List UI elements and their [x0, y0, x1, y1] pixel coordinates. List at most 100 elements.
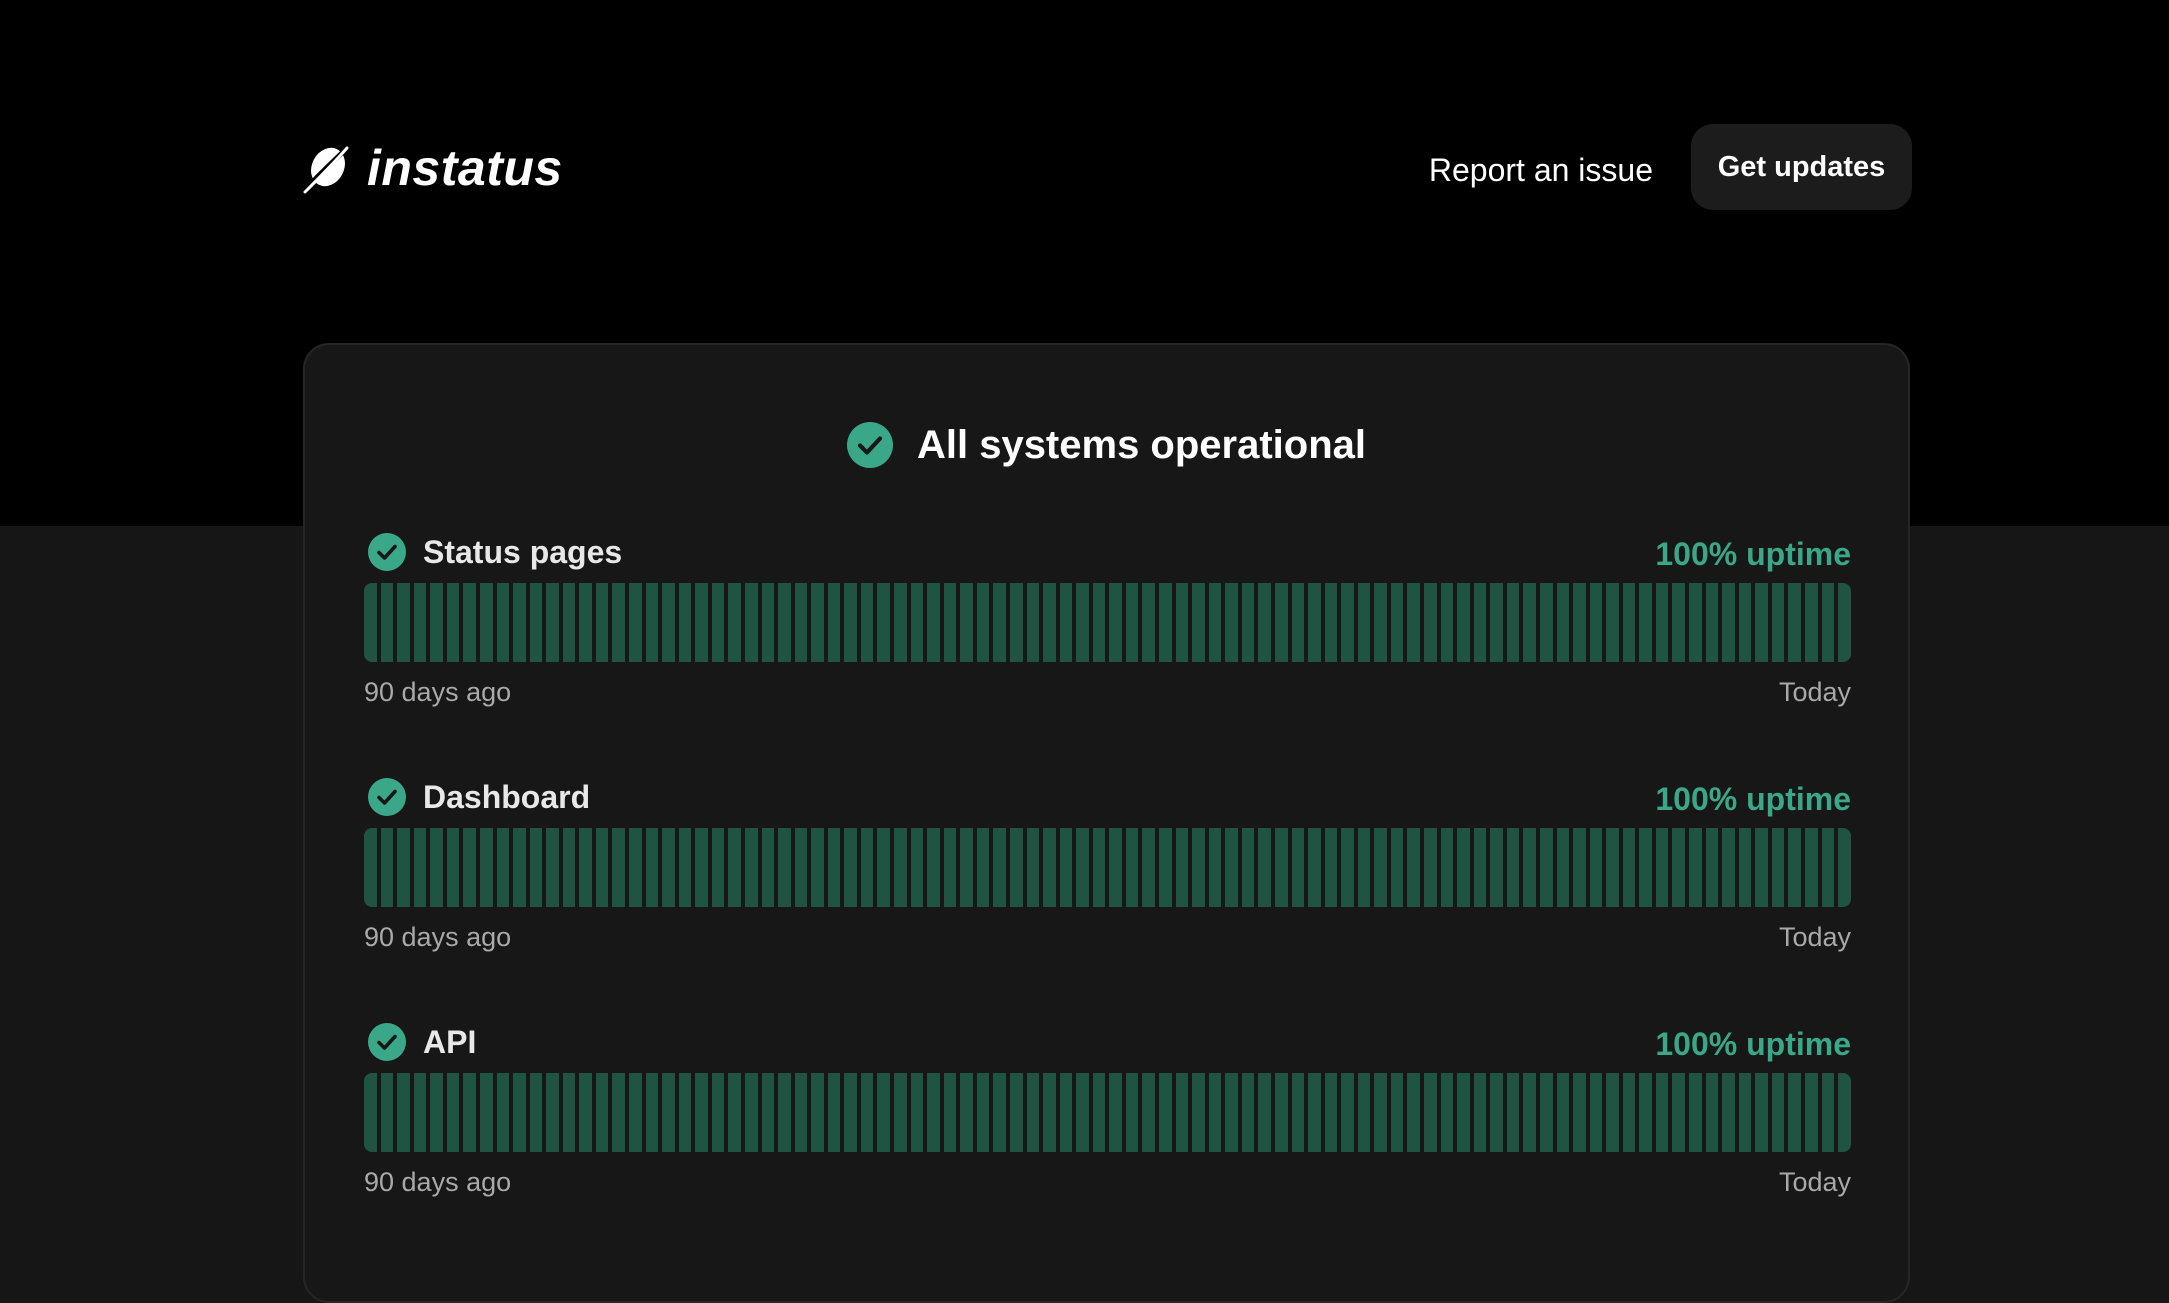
uptime-day-bar[interactable]: [1838, 583, 1851, 662]
uptime-day-bar[interactable]: [1192, 583, 1205, 662]
uptime-day-bar[interactable]: [562, 828, 576, 907]
uptime-day-bar[interactable]: [894, 583, 907, 662]
uptime-day-bar[interactable]: [1755, 828, 1768, 907]
uptime-day-bar[interactable]: [546, 828, 559, 907]
uptime-day-bar[interactable]: [463, 828, 476, 907]
uptime-day-bar[interactable]: [1208, 583, 1222, 662]
uptime-day-bar[interactable]: [778, 828, 791, 907]
uptime-day-bar[interactable]: [1225, 828, 1238, 907]
uptime-day-bar[interactable]: [1672, 1073, 1685, 1152]
uptime-day-bar[interactable]: [430, 828, 443, 907]
uptime-day-bar[interactable]: [1324, 1073, 1338, 1152]
uptime-day-bar[interactable]: [1424, 828, 1437, 907]
uptime-day-bar[interactable]: [645, 828, 659, 907]
uptime-day-bar[interactable]: [1689, 828, 1702, 907]
uptime-day-bar[interactable]: [711, 828, 725, 907]
uptime-day-bar[interactable]: [1407, 583, 1420, 662]
uptime-day-bar[interactable]: [877, 828, 890, 907]
uptime-day-bar[interactable]: [761, 828, 775, 907]
uptime-day-bar[interactable]: [1622, 828, 1636, 907]
uptime-day-bar[interactable]: [496, 1073, 510, 1152]
uptime-day-bar[interactable]: [1009, 828, 1023, 907]
uptime-day-bar[interactable]: [1192, 1073, 1205, 1152]
uptime-day-bar[interactable]: [695, 583, 708, 662]
uptime-day-bar[interactable]: [1639, 1073, 1652, 1152]
uptime-day-bar[interactable]: [562, 1073, 576, 1152]
uptime-day-bar[interactable]: [860, 828, 874, 907]
uptime-day-bar[interactable]: [1738, 1073, 1752, 1152]
uptime-day-bar[interactable]: [496, 583, 510, 662]
uptime-day-bar[interactable]: [1357, 583, 1371, 662]
uptime-day-bar[interactable]: [910, 828, 924, 907]
uptime-day-bar[interactable]: [761, 583, 775, 662]
uptime-day-bar[interactable]: [1274, 583, 1288, 662]
uptime-day-bar[interactable]: [1258, 1073, 1271, 1152]
uptime-day-bar[interactable]: [1241, 828, 1255, 907]
uptime-day-bar[interactable]: [1076, 583, 1089, 662]
uptime-day-bar[interactable]: [446, 583, 460, 662]
uptime-day-bar[interactable]: [629, 1073, 642, 1152]
uptime-day-bar[interactable]: [794, 828, 808, 907]
uptime-day-bar[interactable]: [1291, 828, 1305, 907]
uptime-day-bar[interactable]: [1705, 1073, 1719, 1152]
uptime-day-bar[interactable]: [761, 1073, 775, 1152]
uptime-day-bar[interactable]: [380, 1073, 394, 1152]
uptime-day-bar[interactable]: [1771, 1073, 1785, 1152]
uptime-day-bar[interactable]: [546, 1073, 559, 1152]
uptime-day-bar[interactable]: [1208, 828, 1222, 907]
uptime-day-bar[interactable]: [1357, 1073, 1371, 1152]
uptime-day-bar[interactable]: [1473, 583, 1487, 662]
uptime-day-bar[interactable]: [463, 583, 476, 662]
uptime-day-bar[interactable]: [778, 583, 791, 662]
uptime-day-bar[interactable]: [1523, 828, 1536, 907]
uptime-day-bar[interactable]: [943, 828, 957, 907]
uptime-day-bar[interactable]: [860, 1073, 874, 1152]
uptime-day-bar[interactable]: [1838, 1073, 1851, 1152]
uptime-day-bar[interactable]: [1109, 1073, 1122, 1152]
uptime-day-bar[interactable]: [1821, 828, 1835, 907]
uptime-day-bar[interactable]: [695, 1073, 708, 1152]
uptime-day-bar[interactable]: [943, 583, 957, 662]
uptime-day-bar[interactable]: [1506, 1073, 1520, 1152]
uptime-day-bar[interactable]: [1374, 583, 1387, 662]
uptime-day-bar[interactable]: [1573, 828, 1586, 907]
uptime-day-bar[interactable]: [1059, 828, 1073, 907]
uptime-day-bar[interactable]: [993, 1073, 1006, 1152]
uptime-day-bar[interactable]: [1804, 583, 1818, 662]
uptime-day-bar[interactable]: [1589, 1073, 1603, 1152]
uptime-day-bar[interactable]: [380, 583, 394, 662]
uptime-day-bar[interactable]: [397, 583, 410, 662]
uptime-day-bar[interactable]: [1506, 583, 1520, 662]
uptime-day-bar[interactable]: [1490, 828, 1503, 907]
uptime-day-bar[interactable]: [579, 1073, 592, 1152]
uptime-day-bar[interactable]: [1440, 828, 1454, 907]
uptime-day-bar[interactable]: [827, 583, 841, 662]
uptime-day-bar[interactable]: [1722, 828, 1735, 907]
uptime-day-bar[interactable]: [1208, 1073, 1222, 1152]
uptime-day-bar[interactable]: [1589, 828, 1603, 907]
uptime-day-bar[interactable]: [1109, 583, 1122, 662]
uptime-day-bar[interactable]: [662, 1073, 675, 1152]
uptime-day-bar[interactable]: [1771, 828, 1785, 907]
uptime-day-bar[interactable]: [1689, 583, 1702, 662]
report-issue-link[interactable]: Report an issue: [1429, 148, 1653, 192]
uptime-day-bar[interactable]: [1556, 1073, 1570, 1152]
uptime-day-bar[interactable]: [662, 583, 675, 662]
uptime-day-bar[interactable]: [579, 828, 592, 907]
uptime-day-bar[interactable]: [1606, 583, 1619, 662]
uptime-day-bar[interactable]: [645, 1073, 659, 1152]
uptime-day-bar[interactable]: [993, 583, 1006, 662]
uptime-day-bar[interactable]: [413, 828, 427, 907]
uptime-day-bar[interactable]: [1473, 1073, 1487, 1152]
uptime-day-bar[interactable]: [397, 1073, 410, 1152]
uptime-day-bar[interactable]: [711, 1073, 725, 1152]
uptime-day-bar[interactable]: [1622, 1073, 1636, 1152]
uptime-day-bar[interactable]: [1738, 828, 1752, 907]
uptime-day-bar[interactable]: [1655, 828, 1669, 907]
uptime-day-bar[interactable]: [1026, 1073, 1040, 1152]
uptime-day-bar[interactable]: [629, 828, 642, 907]
uptime-day-bar[interactable]: [595, 1073, 609, 1152]
uptime-day-bar[interactable]: [1573, 583, 1586, 662]
uptime-day-bar[interactable]: [1755, 583, 1768, 662]
uptime-day-bar[interactable]: [794, 583, 808, 662]
